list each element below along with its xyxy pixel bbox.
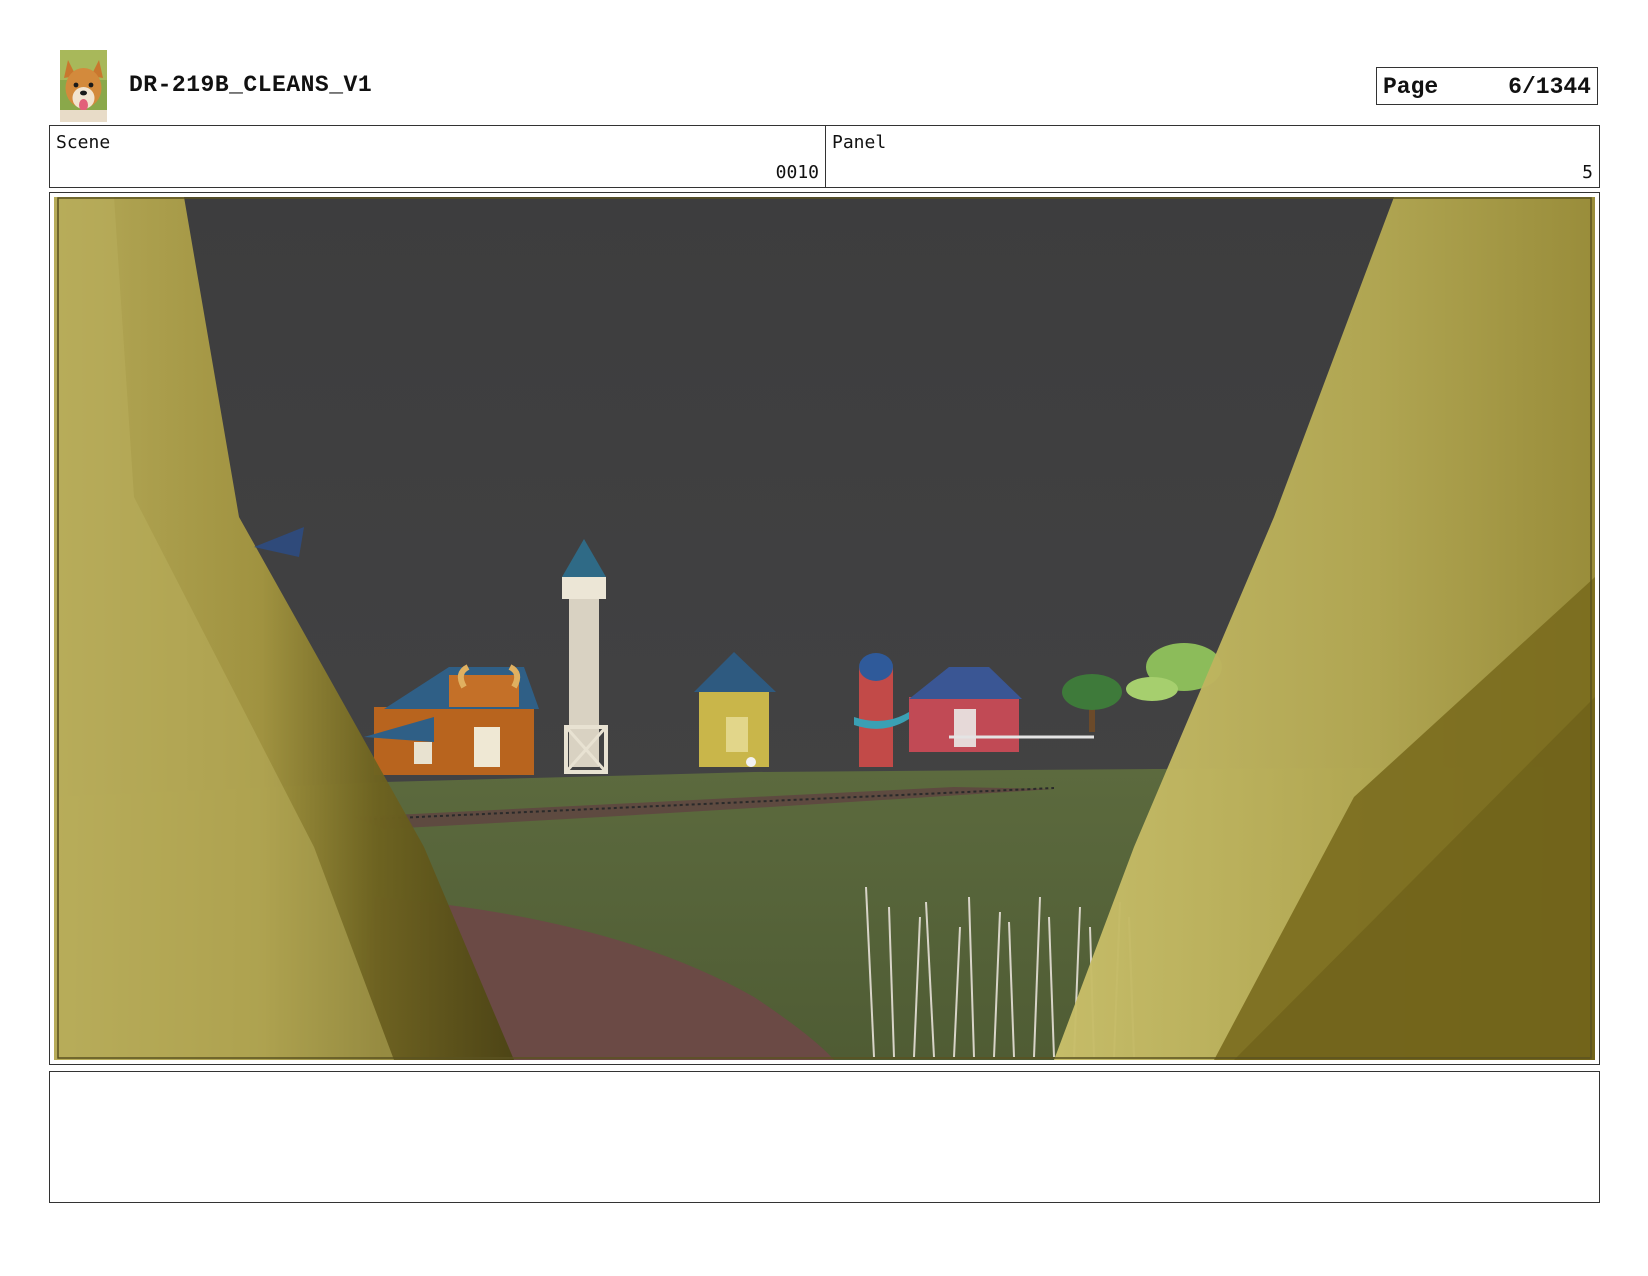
page-number: 6/1344 [1508, 74, 1591, 100]
page-label: Page [1383, 74, 1439, 100]
farm-scene-image [54, 197, 1595, 1060]
document-title: DR-219B_CLEANS_V1 [129, 72, 373, 98]
panel-number: 5 [1582, 162, 1593, 183]
scene-cell: Scene 0010 [50, 126, 826, 187]
scene-panel-bar: Scene 0010 Panel 5 [49, 125, 1600, 188]
scene-number: 0010 [775, 162, 819, 183]
dog-avatar-icon [60, 50, 107, 122]
panel-cell: Panel 5 [826, 126, 1599, 187]
scene-label: Scene [56, 132, 111, 153]
panel-label: Panel [832, 132, 887, 153]
page-indicator: Page 6/1344 [1376, 67, 1598, 105]
notes-box [49, 1071, 1600, 1203]
storyboard-frame [49, 192, 1600, 1065]
